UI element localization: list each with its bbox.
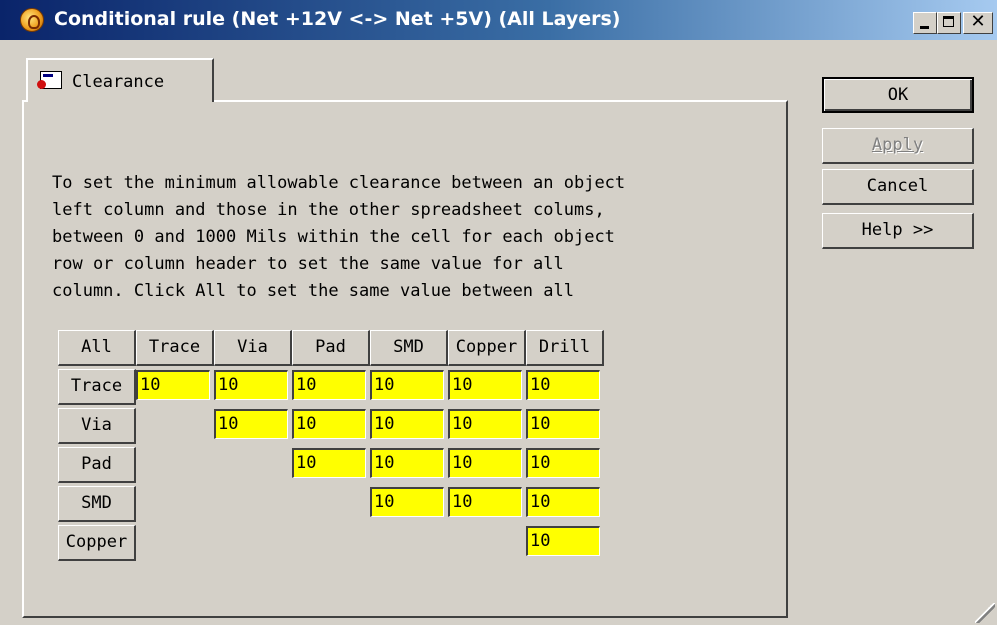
column-header-smd[interactable]: SMD <box>370 330 448 366</box>
maximize-button[interactable] <box>937 12 961 34</box>
row-header-via[interactable]: Via <box>58 408 136 444</box>
instructions-text: To set the minimum allowable clearance b… <box>52 173 626 301</box>
column-header-pad[interactable]: Pad <box>292 330 370 366</box>
minimize-button[interactable] <box>913 12 937 34</box>
help-button[interactable]: Help >> <box>822 213 974 249</box>
column-header-copper[interactable]: Copper <box>448 330 526 366</box>
apply-button[interactable]: Apply <box>822 128 974 164</box>
clearance-cell[interactable]: 10 <box>448 487 522 517</box>
clearance-cell[interactable]: 10 <box>292 409 366 439</box>
resize-grip[interactable] <box>975 603 995 623</box>
app-logo-icon[interactable] <box>20 8 44 32</box>
clearance-tab-icon <box>37 71 62 89</box>
clearance-cell[interactable]: 10 <box>448 409 522 439</box>
clearance-cell[interactable]: 10 <box>370 370 444 400</box>
apply-label: Apply <box>871 135 924 155</box>
clearance-cell[interactable]: 10 <box>370 448 444 478</box>
clearance-cell[interactable]: 10 <box>526 448 600 478</box>
column-header-via[interactable]: Via <box>214 330 292 366</box>
row-header-trace[interactable]: Trace <box>58 369 136 405</box>
ok-button[interactable]: OK <box>822 77 974 113</box>
clearance-cell[interactable]: 10 <box>526 409 600 439</box>
clearance-cell[interactable]: 10 <box>448 448 522 478</box>
row-header-copper[interactable]: Copper <box>58 525 136 561</box>
close-button[interactable]: ✕ <box>963 11 993 34</box>
clearance-cell[interactable]: 10 <box>448 370 522 400</box>
title-bar[interactable]: Conditional rule (Net +12V <-> Net +5V) … <box>0 0 997 40</box>
row-header-smd[interactable]: SMD <box>58 486 136 522</box>
clearance-cell[interactable]: 10 <box>292 370 366 400</box>
maximize-icon <box>943 16 954 27</box>
clearance-cell[interactable]: 10 <box>136 370 210 400</box>
tab-clearance[interactable]: Clearance <box>26 58 214 102</box>
cancel-button[interactable]: Cancel <box>822 169 974 205</box>
clearance-cell[interactable]: 10 <box>292 448 366 478</box>
clearance-cell[interactable]: 10 <box>370 409 444 439</box>
clearance-cell[interactable]: 10 <box>526 487 600 517</box>
minimize-icon <box>920 26 929 29</box>
close-icon: ✕ <box>970 11 986 32</box>
column-header-trace[interactable]: Trace <box>136 330 214 366</box>
clearance-cell[interactable]: 10 <box>370 487 444 517</box>
column-header-drill[interactable]: Drill <box>526 330 604 366</box>
row-header-pad[interactable]: Pad <box>58 447 136 483</box>
clearance-cell[interactable]: 10 <box>526 370 600 400</box>
clearance-cell[interactable]: 10 <box>214 370 288 400</box>
tab-clearance-label: Clearance <box>72 72 165 92</box>
clearance-cell[interactable]: 10 <box>526 526 600 556</box>
window-title: Conditional rule (Net +12V <-> Net +5V) … <box>54 8 621 30</box>
clearance-cell[interactable]: 10 <box>214 409 288 439</box>
all-header-button[interactable]: All <box>58 330 136 366</box>
